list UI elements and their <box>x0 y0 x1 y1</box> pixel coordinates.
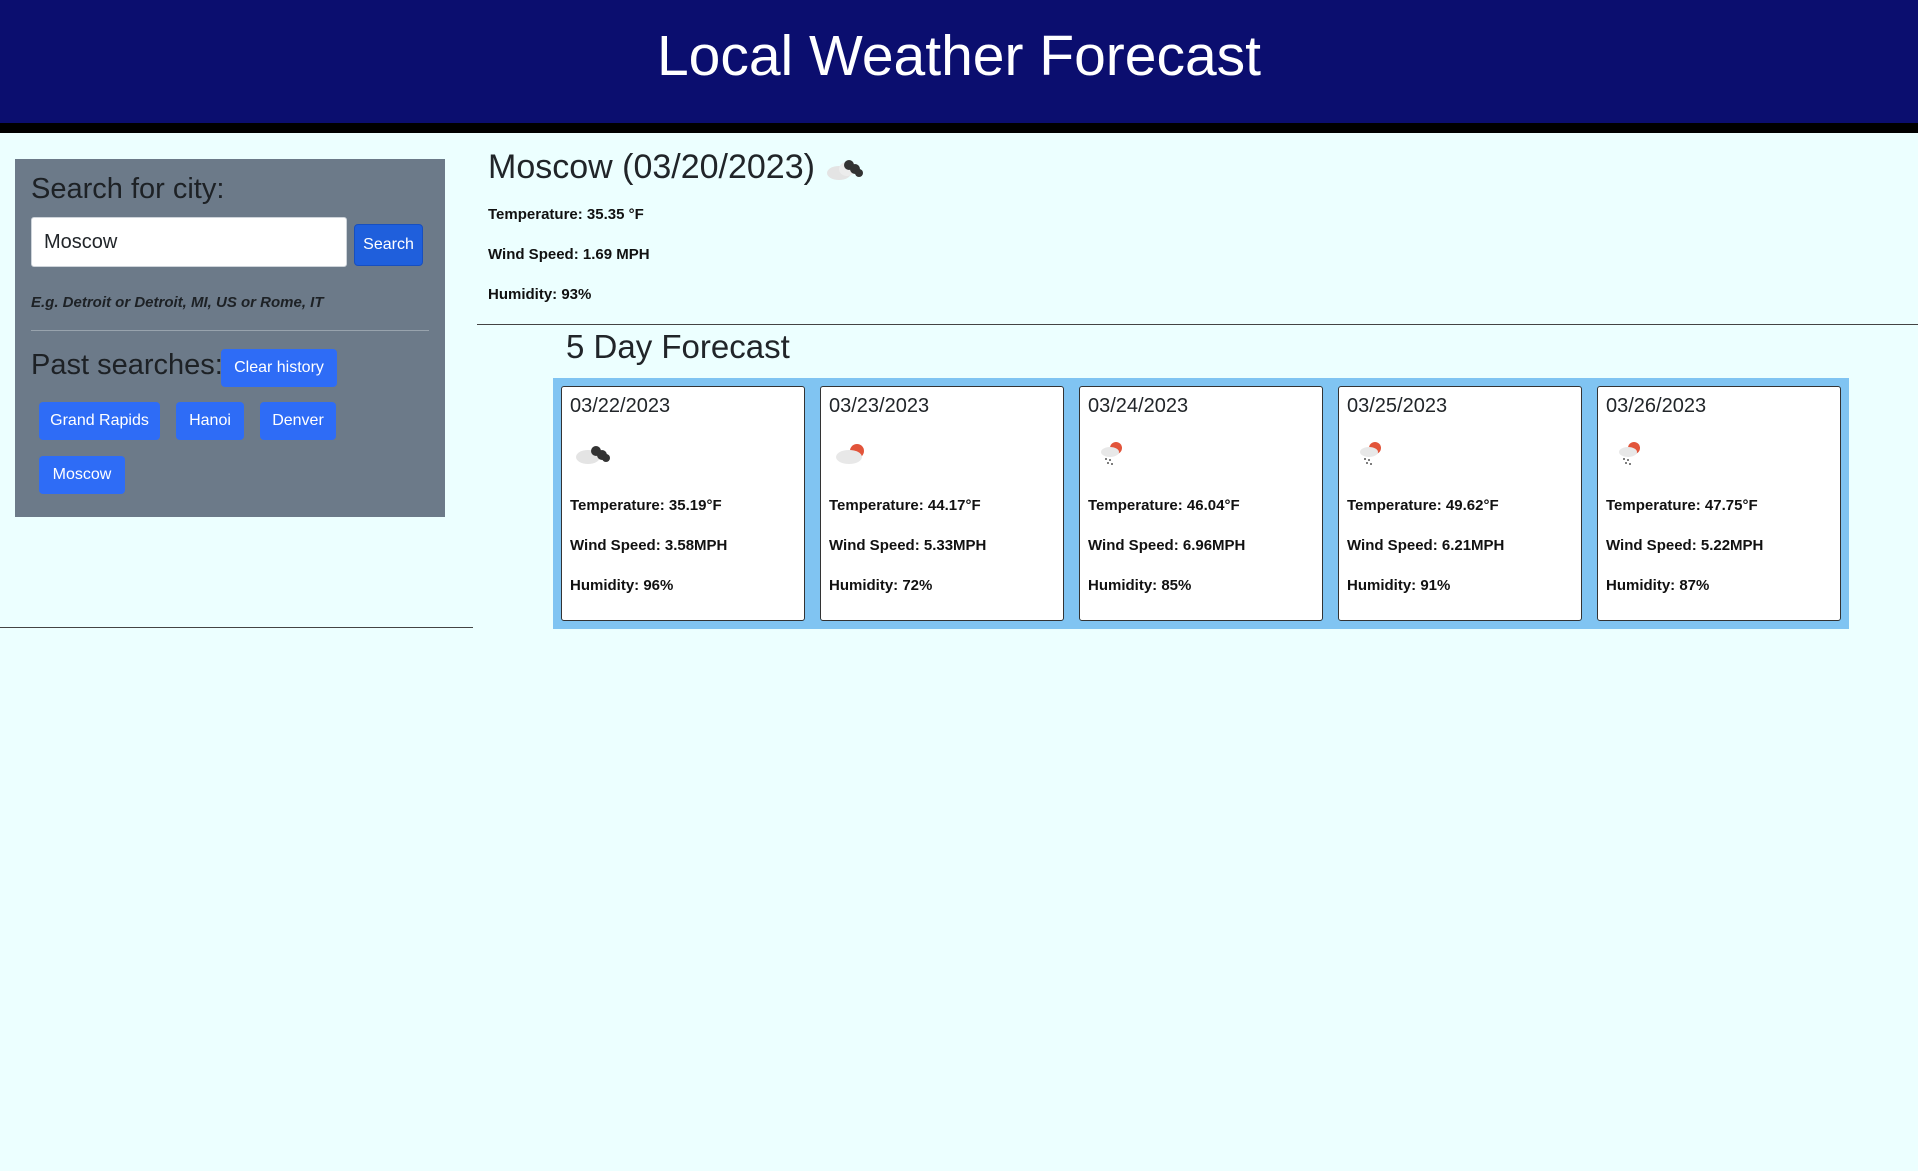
search-panel: Search for city: Search E.g. Detroit or … <box>15 159 445 517</box>
history-button-denver[interactable]: Denver <box>260 402 336 440</box>
forecast-card: 03/23/2023 Temperature: 44.17°F Wind Spe… <box>820 386 1064 621</box>
history-button-grand-rapids[interactable]: Grand Rapids <box>39 402 160 440</box>
current-wind-speed: Wind Speed: 1.69 MPH <box>488 246 650 263</box>
forecast-wind-speed: Wind Speed: 5.22MPH <box>1606 537 1764 554</box>
search-hint: E.g. Detroit or Detroit, MI, US or Rome,… <box>31 294 324 311</box>
forecast-humidity: Humidity: 91% <box>1347 577 1451 594</box>
forecast-wind-speed: Wind Speed: 3.58MPH <box>570 537 728 554</box>
forecast-humidity: Humidity: 96% <box>570 577 674 594</box>
past-searches-label: Past searches: <box>31 349 223 381</box>
forecast-date: 03/23/2023 <box>829 395 930 417</box>
search-label: Search for city: <box>31 173 225 205</box>
forecast-title: 5 Day Forecast <box>566 328 790 365</box>
snow-sun-icon <box>1360 442 1381 465</box>
history-button-hanoi[interactable]: Hanoi <box>176 402 244 440</box>
broken-clouds-icon <box>576 446 610 464</box>
forecast-card: 03/25/2023 Temperature: 49.62°F Wind Spe… <box>1338 386 1582 621</box>
sidebar-divider <box>31 330 429 331</box>
search-button[interactable]: Search <box>354 224 423 266</box>
forecast-date: 03/22/2023 <box>570 395 671 417</box>
forecast-card: 03/24/2023 Temperature: 46.04°F Wind Spe… <box>1079 386 1323 621</box>
forecast-humidity: Humidity: 87% <box>1606 577 1710 594</box>
forecast-container: 03/22/2023 Temperature: 35.19°F Wind Spe… <box>553 378 1849 629</box>
forecast-card: 03/22/2023 Temperature: 35.19°F Wind Spe… <box>561 386 805 621</box>
forecast-wind-speed: Wind Speed: 6.21MPH <box>1347 537 1505 554</box>
current-bottom-rule <box>477 324 1918 325</box>
cloud-sun-icon <box>836 444 864 464</box>
forecast-date: 03/24/2023 <box>1088 395 1189 417</box>
current-humidity: Humidity: 93% <box>488 286 592 303</box>
forecast-humidity: Humidity: 72% <box>829 577 933 594</box>
current-temperature: Temperature: 35.35 °F <box>488 206 644 223</box>
forecast-temperature: Temperature: 44.17°F <box>829 497 981 514</box>
current-weather-heading: Moscow (03/20/2023) <box>488 148 869 187</box>
sidebar-bottom-rule <box>0 627 473 628</box>
snow-sun-icon <box>1619 442 1640 465</box>
forecast-temperature: Temperature: 49.62°F <box>1347 497 1499 514</box>
forecast-date: 03/25/2023 <box>1347 395 1448 417</box>
history-button-moscow[interactable]: Moscow <box>39 456 125 494</box>
forecast-temperature: Temperature: 35.19°F <box>570 497 722 514</box>
forecast-temperature: Temperature: 47.75°F <box>1606 497 1758 514</box>
broken-clouds-icon <box>826 159 863 180</box>
page-header: Local Weather Forecast <box>0 0 1918 133</box>
city-search-input[interactable] <box>31 217 347 267</box>
forecast-wind-speed: Wind Speed: 6.96MPH <box>1088 537 1246 554</box>
forecast-card: 03/26/2023 Temperature: 47.75°F Wind Spe… <box>1597 386 1841 621</box>
page-title: Local Weather Forecast <box>656 23 1262 88</box>
current-city-title: Moscow (03/20/2023) <box>488 148 815 186</box>
forecast-date: 03/26/2023 <box>1606 395 1707 417</box>
forecast-wind-speed: Wind Speed: 5.33MPH <box>829 537 987 554</box>
snow-sun-icon <box>1101 442 1122 465</box>
forecast-humidity: Humidity: 85% <box>1088 577 1192 594</box>
forecast-temperature: Temperature: 46.04°F <box>1088 497 1240 514</box>
clear-history-button[interactable]: Clear history <box>221 349 337 387</box>
